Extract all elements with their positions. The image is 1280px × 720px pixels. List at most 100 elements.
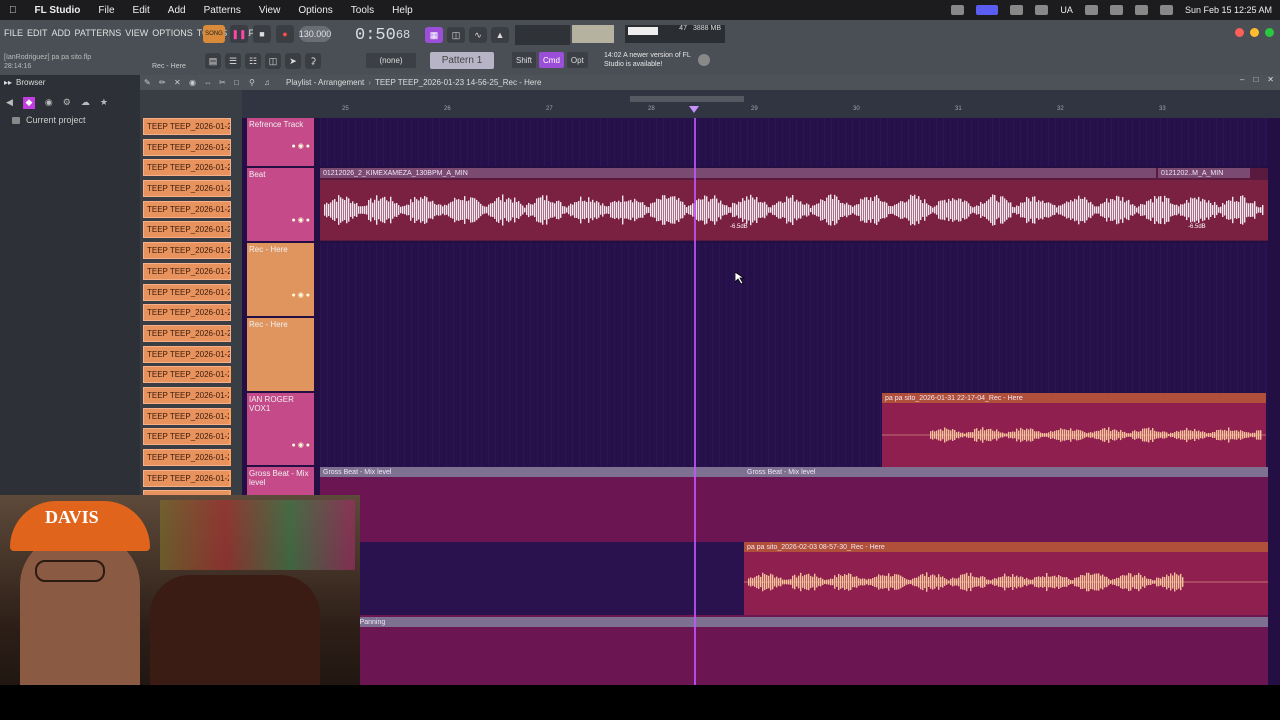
pattern-item[interactable]: TEEP TEEP_2026-01-23... (143, 118, 231, 135)
lane-reference[interactable] (320, 118, 1268, 166)
clip-vox2-header[interactable]: pa pa sito_2026-02-03 08-57-30_Rec - Her… (744, 542, 1268, 552)
track-controls-icon[interactable]: ● ◉ ● (292, 216, 310, 224)
wave-icon[interactable]: ∿ (469, 27, 487, 43)
screen-record-icon[interactable] (976, 5, 999, 15)
wifi-icon[interactable] (1109, 5, 1123, 15)
pattern-item[interactable]: TEEP TEEP_2026-01-23... (143, 200, 231, 218)
playlist-name[interactable]: TEEP TEEP_2026-01-23 14-56-25_Rec - Here (375, 78, 541, 87)
menu-add[interactable]: Add (159, 5, 195, 16)
pattern-item[interactable]: TEEP TEEP_2026-01-23... (143, 324, 231, 342)
fl-menu-view[interactable]: VIEW (125, 28, 148, 38)
list-icon[interactable]: ☰ (225, 53, 241, 69)
pattern-item[interactable]: TEEP TEEP_2026-01-23... (143, 304, 231, 322)
clip-panning[interactable]: ER VOX2 - Panning (320, 617, 1268, 627)
piano-roll-icon[interactable]: ◫ (265, 53, 281, 69)
clip-gross1[interactable]: Gross Beat - Mix level (320, 467, 744, 477)
menu-file[interactable]: File (89, 5, 123, 16)
input-source[interactable]: UA (1060, 5, 1073, 15)
lane-panning[interactable]: ER VOX2 - Panning (320, 617, 1268, 685)
lane-vox[interactable]: pa pa sito_2026-01-31 22-17-04_Rec - Her… (320, 393, 1268, 467)
menu-patterns[interactable]: Patterns (195, 5, 250, 16)
stop-button[interactable]: ■ (253, 25, 271, 43)
playlist-view-icon[interactable]: ▦ (425, 27, 443, 43)
track-header-beat[interactable]: Beat ● ◉ ● (247, 168, 314, 241)
grammarly-icon[interactable] (1010, 5, 1024, 15)
opt-key[interactable]: Opt (566, 52, 588, 68)
menu-options[interactable]: Options (289, 5, 341, 16)
zoom-icon[interactable]: ⚲ (249, 78, 259, 87)
timeline-ruler[interactable]: 25 26 27 28 29 30 31 32 33 (242, 90, 1280, 118)
browser-arrows-icon[interactable]: ▸▸ (4, 78, 12, 87)
pattern-item[interactable]: TEEP TEEP_2026-01-23... (143, 159, 231, 177)
shift-key[interactable]: Shift (512, 52, 537, 68)
slip-icon[interactable]: ⇔ (204, 78, 214, 87)
gear-icon[interactable]: ⚙ (63, 97, 71, 108)
fl-menu-add[interactable]: ADD (52, 28, 71, 38)
battery-icon[interactable] (1084, 5, 1098, 15)
play-button[interactable]: ❚❚ (230, 25, 248, 43)
minimize-icon[interactable]: – (1240, 75, 1244, 84)
pattern-item[interactable]: TEEP TEEP_2026-01-23... (143, 428, 231, 446)
control-center-icon[interactable] (1159, 5, 1173, 15)
track-controls-icon[interactable]: ● ◉ ● (292, 441, 310, 449)
plugin-icon[interactable]: ◉ (45, 97, 53, 108)
clip-beat-main[interactable]: 01212026_2_KIMEXAMEZA_130BPM_A_MIN (320, 168, 1156, 178)
snap-icon[interactable]: ▤ (205, 53, 221, 69)
track-header-gross[interactable]: Gross Beat - Mix level (247, 467, 314, 495)
speaker-icon[interactable]: ♫ (264, 78, 274, 87)
paint-icon[interactable]: ✏ (159, 78, 169, 87)
mute-icon[interactable]: ◉ (189, 78, 199, 87)
minimize-window-icon[interactable] (1250, 28, 1259, 37)
track-header-rec[interactable]: Rec - Here ● ◉ ● (247, 243, 314, 316)
pattern-item[interactable]: TEEP TEEP_2026-01-23... (143, 283, 231, 301)
pattern-selector[interactable]: (none) (366, 53, 416, 68)
pattern-item[interactable]: TEEP TEEP_2026-01-23... (143, 366, 231, 384)
clip-vox1[interactable]: pa pa sito_2026-01-31 22-17-04_Rec - Her… (882, 393, 1266, 467)
apple-icon[interactable]:  (0, 5, 26, 16)
playhead-marker[interactable] (689, 106, 699, 113)
fl-menu-file[interactable]: FILE (4, 28, 23, 38)
menu-view[interactable]: View (250, 5, 290, 16)
update-icon[interactable] (698, 54, 710, 66)
fl-menu-options[interactable]: OPTIONS (152, 28, 193, 38)
cloud-icon[interactable]: ☁ (81, 97, 90, 108)
pattern-item[interactable]: TEEP TEEP_2026-01-23... (143, 138, 231, 156)
clip-gross2[interactable]: Gross Beat - Mix level (744, 467, 1268, 477)
close-icon[interactable]: ✕ (1267, 75, 1274, 84)
draw-icon[interactable]: ✎ (144, 78, 154, 87)
back-icon[interactable]: ◀ (6, 97, 13, 108)
pattern-item[interactable]: TEEP TEEP_2026-01-23... (143, 180, 231, 198)
creative-cloud-icon[interactable] (951, 5, 965, 15)
app-name[interactable]: FL Studio (26, 5, 90, 16)
menu-edit[interactable]: Edit (124, 5, 159, 16)
slice-icon[interactable]: ✂ (219, 78, 229, 87)
time-display[interactable]: 0:50 68 (355, 24, 415, 46)
pattern-item[interactable]: TEEP TEEP_2026-01-23... (143, 242, 231, 260)
pattern-item[interactable]: TEEP TEEP_2026-01-23... (143, 449, 231, 466)
pattern-item[interactable]: TEEP TEEP_2026-01-23... (143, 386, 231, 404)
pattern-item[interactable]: TEEP TEEP_2026-01-23... (143, 407, 231, 425)
pattern-item[interactable]: TEEP TEEP_2026-01-23... (143, 469, 231, 487)
browser-item-current-project[interactable]: Current project (12, 115, 140, 125)
tag-icon[interactable]: ◆ (22, 96, 35, 109)
track-header-rec-2[interactable]: Rec - Here (247, 318, 314, 391)
close-window-icon[interactable] (1235, 28, 1244, 37)
pattern-item[interactable]: TEEP TEEP_2026-01-23... (143, 345, 231, 363)
arrow-right-icon[interactable]: ➤ (285, 53, 301, 69)
update-news[interactable]: 14:02 A newer version of FL Studio is av… (604, 51, 694, 69)
cmd-key[interactable]: Cmd (539, 52, 564, 68)
chrome-icon[interactable] (1035, 5, 1049, 15)
lane-beat[interactable]: 01212026_2_KIMEXAMEZA_130BPM_A_MIN 01212… (320, 168, 1268, 241)
search-icon[interactable] (1134, 5, 1148, 15)
maximize-icon[interactable]: □ (1253, 75, 1258, 84)
step-seq-icon[interactable]: ◫ (447, 27, 465, 43)
horizontal-scrollbar[interactable] (630, 96, 744, 102)
menu-help[interactable]: Help (383, 5, 422, 16)
record-button[interactable]: ● (276, 25, 294, 43)
pattern-name[interactable]: Pattern 1 (430, 52, 494, 69)
track-controls-icon[interactable]: ● ◉ ● (292, 142, 310, 150)
clip-vox1-header[interactable]: pa pa sito_2026-01-31 22-17-04_Rec - Her… (882, 393, 1266, 403)
zoom-window-icon[interactable] (1265, 28, 1274, 37)
pattern-item[interactable]: TEEP TEEP_2026-01-23... (143, 262, 231, 280)
mixer-icon[interactable]: ☷ (245, 53, 261, 69)
